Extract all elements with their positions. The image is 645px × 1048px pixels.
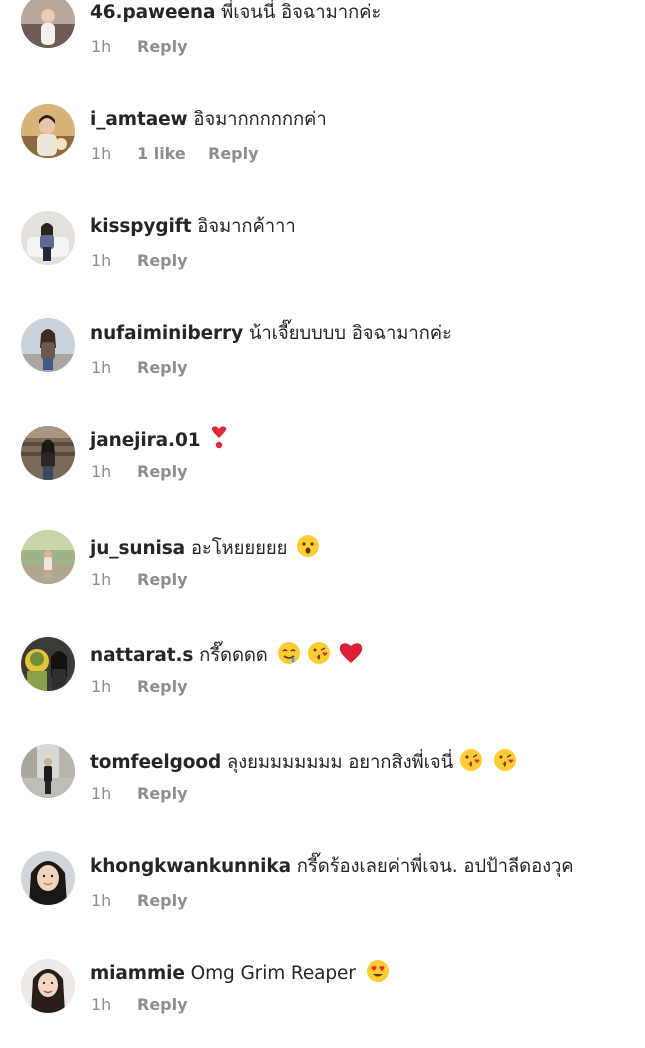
comment-body: ลุงยมมมมมมม อยากสิงพี่เจนี่ bbox=[226, 752, 454, 773]
comment-meta: 1h Reply bbox=[91, 677, 188, 697]
comment-text: khongkwankunnika กรี๊ดร้องเลยค่าพี่เจน. … bbox=[90, 855, 637, 879]
avatar[interactable] bbox=[21, 211, 75, 265]
comment-username[interactable]: kisspygift bbox=[90, 216, 192, 237]
reply-button[interactable]: Reply bbox=[137, 995, 188, 1015]
comment-username[interactable]: khongkwankunnika bbox=[90, 856, 291, 877]
comment-text: ju_sunisa อะโหยยยยย bbox=[90, 534, 637, 565]
heart-eyes-face-icon bbox=[366, 959, 390, 990]
comment-item: khongkwankunnika กรี๊ดร้องเลยค่าพี่เจน. … bbox=[0, 851, 645, 944]
reply-button[interactable]: Reply bbox=[137, 891, 188, 911]
comment-text: janejira.01 bbox=[90, 426, 637, 457]
avatar[interactable] bbox=[21, 959, 75, 1013]
comment-item: nattarat.s กรี๊ดดดด 1h Reply bbox=[0, 637, 645, 730]
comment-text: i_amtaew อิจมากกกกกกค่า bbox=[90, 108, 637, 132]
comment-item: tomfeelgood ลุงยมมมมมมม อยากสิงพี่เจนี่ … bbox=[0, 744, 645, 837]
comment-body: พี่เจนนี่ อิจฉามากค่ะ bbox=[221, 2, 382, 23]
comment-body: Omg Grim Reaper bbox=[190, 963, 356, 984]
comment-time: 1h bbox=[91, 570, 112, 589]
avatar[interactable] bbox=[21, 104, 75, 158]
comment-username[interactable]: tomfeelgood bbox=[90, 752, 221, 773]
comment-meta: 1h Reply bbox=[91, 462, 188, 482]
comment-meta: 1h Reply bbox=[91, 784, 188, 804]
comment-time: 1h bbox=[91, 784, 112, 803]
kissing-heart-face-icon bbox=[493, 748, 517, 779]
reply-button[interactable]: Reply bbox=[137, 784, 188, 804]
like-count[interactable]: 1 like bbox=[137, 144, 208, 164]
drooling-face-icon bbox=[277, 641, 301, 672]
comment-text: miammie Omg Grim Reaper bbox=[90, 959, 637, 990]
comment-body: อิจมากค้าาา bbox=[197, 216, 296, 237]
comment-item: i_amtaew อิจมากกกกกกค่า 1h 1 like Reply bbox=[0, 104, 645, 197]
comment-body: กรี๊ดร้องเลยค่าพี่เจน. อปป้าลีดองวุค bbox=[296, 856, 574, 877]
comment-time: 1h bbox=[91, 891, 112, 910]
kissing-heart-face-icon bbox=[307, 641, 331, 672]
comment-text: kisspygift อิจมากค้าาา bbox=[90, 215, 637, 239]
avatar[interactable] bbox=[21, 530, 75, 584]
comment-text: nattarat.s กรี๊ดดดด bbox=[90, 641, 637, 672]
comment-meta: 1h Reply bbox=[91, 251, 188, 271]
hushed-face-icon bbox=[296, 534, 320, 565]
heavy-exclamation-heart-icon bbox=[209, 426, 229, 457]
comment-username[interactable]: i_amtaew bbox=[90, 109, 188, 130]
comment-meta: 1h Reply bbox=[91, 37, 188, 57]
reply-button[interactable]: Reply bbox=[137, 251, 188, 271]
reply-button[interactable]: Reply bbox=[137, 677, 188, 697]
comment-time: 1h bbox=[91, 677, 112, 696]
comment-username[interactable]: janejira.01 bbox=[90, 430, 201, 451]
comment-time: 1h bbox=[91, 995, 112, 1014]
avatar[interactable] bbox=[21, 426, 75, 480]
red-heart-icon bbox=[338, 641, 364, 672]
comment-meta: 1h Reply bbox=[91, 995, 188, 1015]
comment-username[interactable]: nufaiminiberry bbox=[90, 323, 243, 344]
comment-username[interactable]: miammie bbox=[90, 963, 185, 984]
comment-body: กรี๊ดดดด bbox=[199, 645, 268, 666]
comment-body: อิจมากกกกกกค่า bbox=[193, 109, 327, 130]
comment-username[interactable]: 46.paweena bbox=[90, 2, 215, 23]
comment-meta: 1h Reply bbox=[91, 358, 188, 378]
comment-time: 1h bbox=[91, 462, 112, 481]
comment-item: ju_sunisa อะโหยยยยย 1h Reply bbox=[0, 530, 645, 623]
reply-button[interactable]: Reply bbox=[137, 462, 188, 482]
avatar[interactable] bbox=[21, 0, 75, 48]
comment-item: miammie Omg Grim Reaper 1h Reply bbox=[0, 958, 645, 1048]
comment-text: tomfeelgood ลุงยมมมมมมม อยากสิงพี่เจนี่ bbox=[90, 748, 637, 779]
avatar[interactable] bbox=[21, 744, 75, 798]
comment-item: 46.paweena พี่เจนนี่ อิจฉามากค่ะ 1h Repl… bbox=[0, 0, 645, 90]
comment-body: น้าเจี๊ยบบบบ อิจฉามากค่ะ bbox=[248, 323, 452, 344]
comment-time: 1h bbox=[91, 144, 112, 163]
comment-time: 1h bbox=[91, 251, 112, 270]
comment-body: อะโหยยยยย bbox=[190, 538, 288, 559]
kissing-heart-face-icon bbox=[459, 748, 483, 779]
comment-username[interactable]: ju_sunisa bbox=[90, 538, 185, 559]
comment-time: 1h bbox=[91, 358, 112, 377]
reply-button[interactable]: Reply bbox=[137, 37, 188, 57]
reply-button[interactable]: Reply bbox=[208, 144, 259, 164]
comment-meta: 1h 1 like Reply bbox=[91, 144, 259, 164]
comment-meta: 1h Reply bbox=[91, 891, 188, 911]
reply-button[interactable]: Reply bbox=[137, 358, 188, 378]
comment-item: nufaiminiberry น้าเจี๊ยบบบบ อิจฉามากค่ะ … bbox=[0, 318, 645, 411]
avatar[interactable] bbox=[21, 318, 75, 372]
comment-text: nufaiminiberry น้าเจี๊ยบบบบ อิจฉามากค่ะ bbox=[90, 322, 637, 346]
comment-meta: 1h Reply bbox=[91, 570, 188, 590]
comment-username[interactable]: nattarat.s bbox=[90, 645, 193, 666]
comment-item: kisspygift อิจมากค้าาา 1h Reply bbox=[0, 211, 645, 304]
comment-text: 46.paweena พี่เจนนี่ อิจฉามากค่ะ bbox=[90, 1, 637, 25]
avatar[interactable] bbox=[21, 851, 75, 905]
comment-time: 1h bbox=[91, 37, 112, 56]
avatar[interactable] bbox=[21, 637, 75, 691]
comment-item: janejira.01 1h Reply bbox=[0, 425, 645, 515]
reply-button[interactable]: Reply bbox=[137, 570, 188, 590]
